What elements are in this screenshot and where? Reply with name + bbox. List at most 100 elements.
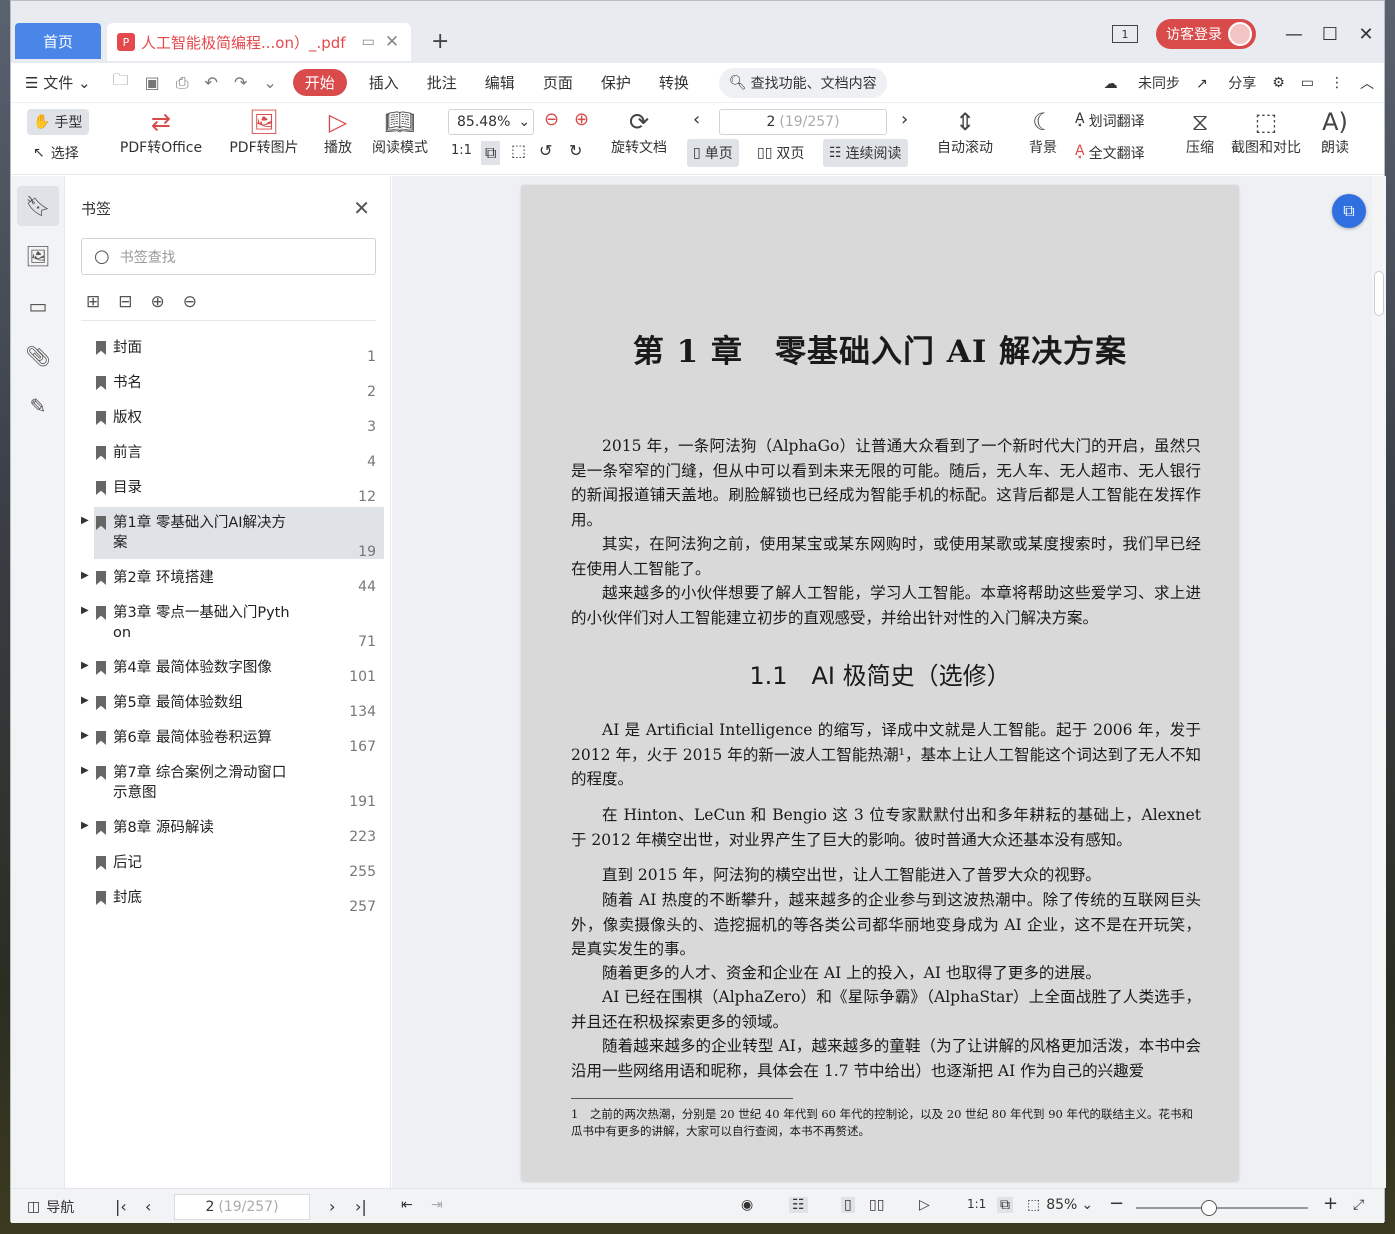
- floating-tool-icon[interactable]: ⧉: [1332, 194, 1366, 228]
- tab-home[interactable]: 首页: [15, 23, 101, 59]
- read-aloud-button[interactable]: A) 朗读: [1317, 107, 1353, 157]
- collapse-ribbon-icon[interactable]: ︿: [1360, 73, 1374, 93]
- double-page-mode-icon[interactable]: ▯▯: [869, 1197, 884, 1213]
- bookmark-item[interactable]: ▶ 第4章 最简体验数字图像 101: [66, 652, 391, 687]
- redo-icon[interactable]: ↷: [234, 73, 247, 92]
- expand-arrow-icon[interactable]: ▶: [81, 765, 89, 776]
- bookmark-icon[interactable]: 🔖︎: [17, 186, 59, 226]
- tab-document[interactable]: P 人工智能极简编程...on）_.pdf ▭ ✕: [107, 23, 411, 61]
- prev-page-icon[interactable]: ‹: [145, 1197, 151, 1216]
- delete-bookmark-icon[interactable]: ⊖: [183, 292, 197, 312]
- bookmark-item[interactable]: ▶ 第2章 环境搭建 44: [66, 562, 391, 597]
- pdf-to-image-button[interactable]: 🖼︎ PDF转图片: [224, 107, 304, 157]
- zoom-in-icon[interactable]: +: [1323, 1193, 1338, 1214]
- bookmark-item[interactable]: ▶ 第1章 零基础入门AI解决方案 19: [66, 507, 391, 562]
- continuous-read-button[interactable]: ☷ 连续阅读: [823, 139, 908, 167]
- bookmark-item[interactable]: ▶ 第6章 最简体验卷积运算 167: [66, 722, 391, 757]
- bookmark-item[interactable]: 前言 4: [66, 437, 391, 472]
- sync-status[interactable]: ☁ 未同步: [1104, 73, 1180, 93]
- bookmark-item[interactable]: 版权 3: [66, 402, 391, 437]
- compress-button[interactable]: ⧖ 压缩: [1181, 107, 1219, 157]
- vertical-scrollbar[interactable]: [1372, 176, 1386, 1188]
- close-tab-icon[interactable]: ✕: [385, 32, 399, 52]
- add-bookmark-icon[interactable]: ⊕: [151, 292, 165, 312]
- menu-start[interactable]: 开始: [292, 69, 347, 96]
- forward-icon[interactable]: ⇥: [431, 1197, 443, 1213]
- document-view[interactable]: 第 1 章 零基础入门 AI 解决方案 2015 年，一条阿法狗（AlphaGo…: [392, 176, 1386, 1188]
- read-mode-button[interactable]: 📖︎ 阅读模式: [367, 107, 433, 157]
- close-panel-icon[interactable]: ✕: [353, 196, 370, 220]
- close-window-icon[interactable]: ✕: [1348, 24, 1384, 45]
- bookmark-item[interactable]: 封面 1: [66, 332, 391, 367]
- last-page-icon[interactable]: ›|: [355, 1197, 367, 1216]
- pdf-to-office-button[interactable]: ⇄ PDF转Office: [111, 107, 211, 157]
- fit-width-icon[interactable]: ⬚: [511, 141, 526, 160]
- open-icon[interactable]: 🗀: [113, 69, 129, 96]
- expand-arrow-icon[interactable]: ▶: [81, 605, 89, 616]
- menu-edit[interactable]: 编辑: [485, 72, 515, 93]
- word-translate-button[interactable]: A͓ 划词翻译: [1075, 111, 1145, 131]
- first-page-icon[interactable]: |‹: [115, 1197, 127, 1216]
- fit-page-icon[interactable]: ⧉: [481, 141, 501, 165]
- select-tool-button[interactable]: ↖ 选择: [33, 143, 79, 163]
- zoom-slider-handle[interactable]: [1201, 1200, 1217, 1216]
- fullscreen-icon[interactable]: ⤢: [1353, 1197, 1364, 1213]
- status-page-input[interactable]: 2 (19/257): [174, 1194, 310, 1220]
- scrollbar-thumb[interactable]: [1374, 271, 1384, 316]
- hand-tool-button[interactable]: ✋ 手型: [27, 109, 89, 135]
- minimize-icon[interactable]: —: [1276, 24, 1312, 45]
- file-menu[interactable]: ☰ 文件 ⌄: [25, 72, 91, 93]
- page-number-input[interactable]: 2 (19/257): [719, 109, 887, 135]
- zoom-select[interactable]: 85.48% ⌄: [448, 109, 534, 135]
- rotate-right-icon[interactable]: ↻: [569, 141, 582, 160]
- bookmark-item[interactable]: 目录 12: [66, 472, 391, 507]
- pin-icon[interactable]: ▭: [362, 34, 375, 50]
- new-tab-button[interactable]: +: [431, 29, 449, 54]
- menu-insert[interactable]: 插入: [369, 72, 399, 93]
- comment-icon[interactable]: ▭: [17, 286, 59, 326]
- share-button[interactable]: ↗ 分享: [1196, 73, 1256, 93]
- menu-protect[interactable]: 保护: [601, 72, 631, 93]
- bookmark-item[interactable]: 书名 2: [66, 367, 391, 402]
- undo-icon[interactable]: ↶: [205, 73, 218, 92]
- back-icon[interactable]: ⇤: [401, 1197, 413, 1213]
- expand-arrow-icon[interactable]: ▶: [81, 695, 89, 706]
- menu-comment[interactable]: 批注: [427, 72, 457, 93]
- next-page-icon[interactable]: ›: [329, 1197, 335, 1216]
- zoom-slider[interactable]: [1136, 1207, 1308, 1209]
- more-options-icon[interactable]: ⋮: [1330, 75, 1344, 91]
- bookmark-search-input[interactable]: ○ 书签查找: [81, 238, 376, 275]
- zoom-in-icon[interactable]: ⊕: [574, 109, 589, 130]
- expand-all-icon[interactable]: ⊞: [86, 292, 100, 312]
- prev-page-icon[interactable]: ‹: [693, 109, 700, 130]
- actual-size-icon[interactable]: 1:1: [451, 143, 472, 158]
- more-icon[interactable]: ⌄: [263, 73, 276, 92]
- menu-page[interactable]: 页面: [543, 72, 573, 93]
- thumbnail-icon[interactable]: 🖼︎: [17, 236, 59, 276]
- rotate-document-button[interactable]: ⟳ 旋转文档: [607, 107, 671, 157]
- print-icon[interactable]: ⎙: [176, 73, 189, 93]
- zoom-out-icon[interactable]: ⊖: [544, 109, 559, 130]
- actual-size-icon[interactable]: 1:1: [967, 1197, 986, 1211]
- bookmark-item[interactable]: ▶ 第3章 零点一基础入门Python 71: [66, 597, 391, 652]
- feedback-icon[interactable]: ▭: [1301, 75, 1314, 91]
- save-icon[interactable]: ▣: [145, 73, 160, 92]
- maximize-icon[interactable]: ☐: [1312, 24, 1348, 45]
- bookmark-item[interactable]: 封底 257: [66, 882, 391, 917]
- signature-icon[interactable]: ✎: [17, 386, 59, 426]
- bookmark-item[interactable]: ▶ 第8章 源码解读 223: [66, 812, 391, 847]
- next-page-icon[interactable]: ›: [901, 109, 908, 130]
- bookmark-item[interactable]: 后记 255: [66, 847, 391, 882]
- status-zoom-select[interactable]: ⬚ 85% ⌄: [1027, 1197, 1093, 1213]
- attachment-icon[interactable]: 📎︎: [17, 336, 59, 376]
- menu-convert[interactable]: 转换: [659, 72, 689, 93]
- screenshot-compare-button[interactable]: ⬚ 截图和对比: [1225, 107, 1307, 157]
- double-page-button[interactable]: ▯▯ 双页: [751, 139, 810, 167]
- expand-arrow-icon[interactable]: ▶: [81, 730, 89, 741]
- background-button[interactable]: ☾ 背景: [1021, 107, 1065, 157]
- rotate-left-icon[interactable]: ↺: [539, 141, 552, 160]
- guest-login-button[interactable]: 访客登录: [1156, 19, 1256, 49]
- navigation-toggle[interactable]: ◫ 导航: [27, 1197, 74, 1217]
- bookmark-item[interactable]: ▶ 第5章 最简体验数组 134: [66, 687, 391, 722]
- auto-scroll-button[interactable]: ⇕ 自动滚动: [929, 107, 1001, 157]
